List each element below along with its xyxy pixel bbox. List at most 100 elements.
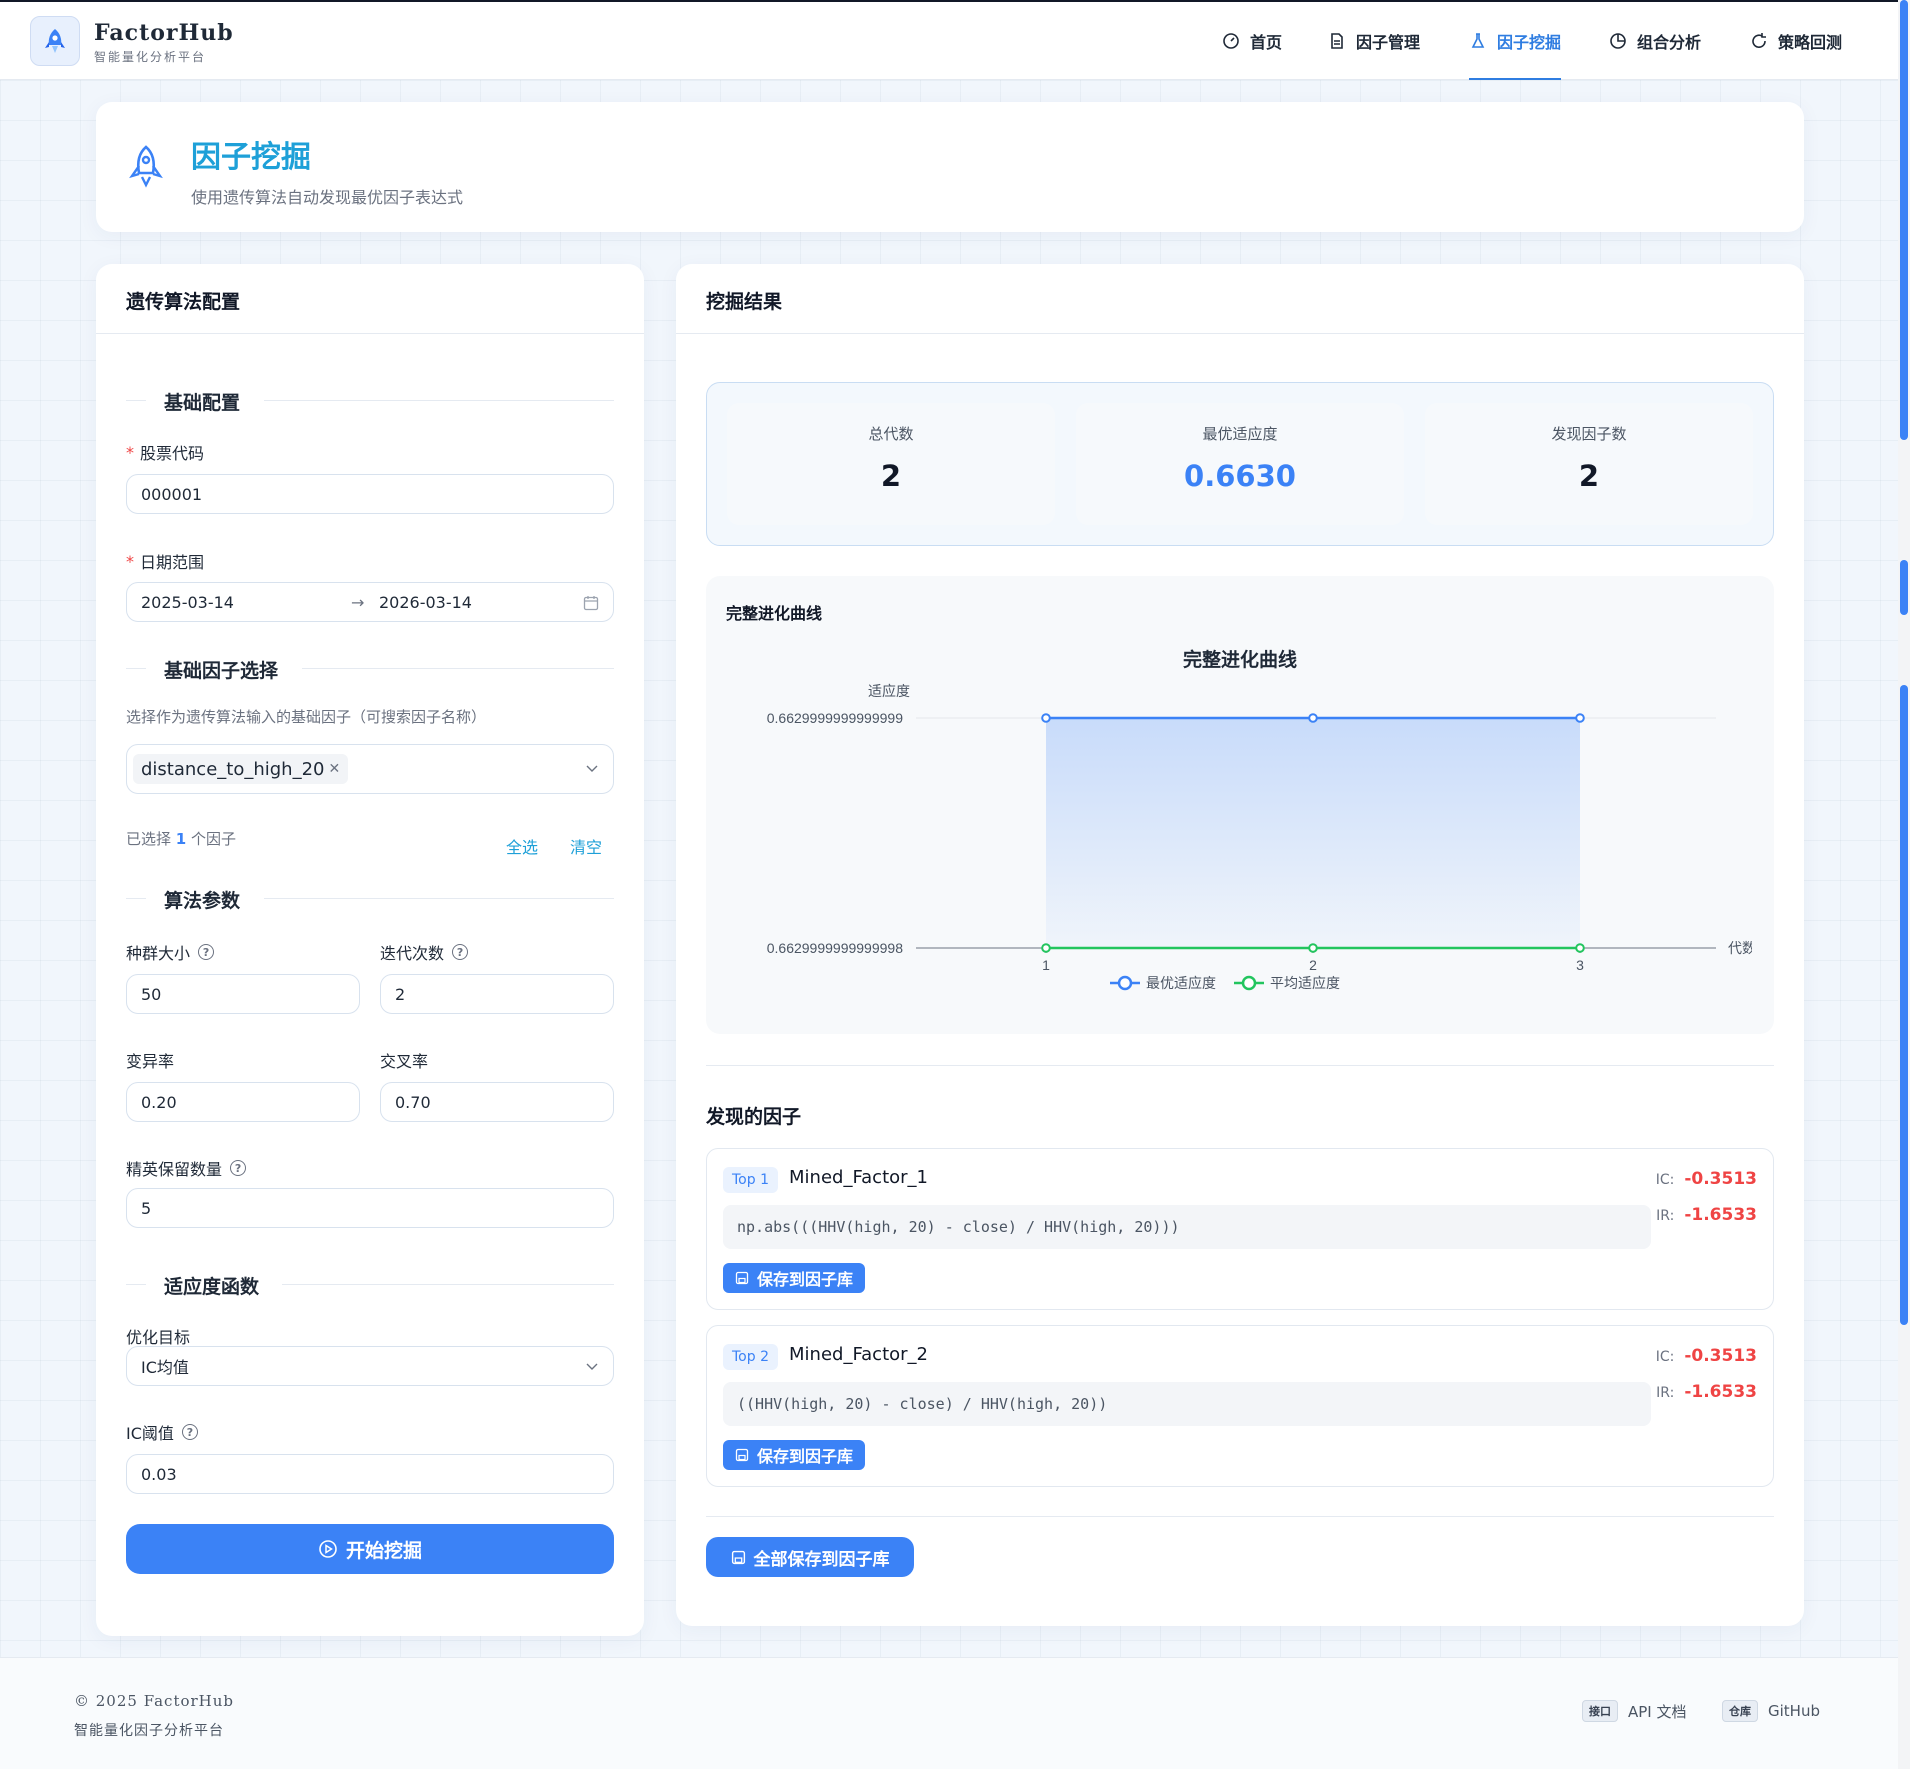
- ic-metric: IC: -0.3513: [1655, 1346, 1757, 1366]
- legend-label: 最优适应度: [1146, 975, 1216, 991]
- page-header-card: 因子挖掘 使用遗传算法自动发现最优因子表达式: [96, 102, 1804, 232]
- refresh-icon: [1752, 33, 1766, 48]
- avg-fitness-point: [1041, 943, 1051, 953]
- fitness-title: 适应度函数: [164, 1276, 260, 1298]
- save-all-button[interactable]: 全部保存到因子库: [706, 1537, 914, 1577]
- github-link[interactable]: 仓库 GitHub: [1722, 1700, 1820, 1722]
- stat-best-fitness: 最优适应度 0.6630: [1076, 403, 1404, 525]
- document-icon: [1331, 33, 1343, 49]
- clear-link[interactable]: 清空: [570, 834, 602, 858]
- logo[interactable]: [30, 16, 80, 66]
- scroll-thumb[interactable]: [1900, 0, 1908, 440]
- flask-icon: [1471, 33, 1485, 48]
- legend-label: 平均适应度: [1270, 975, 1340, 991]
- factor-multiselect[interactable]: distance_to_high_20 ✕: [126, 744, 614, 794]
- best-fitness-area: [1046, 718, 1580, 948]
- y-tick-label: 0.6629999999999999: [767, 710, 903, 726]
- factor-select-title: 基础因子选择: [164, 660, 279, 682]
- ir-metric: IR: -1.6533: [1656, 1205, 1757, 1225]
- y-axis-label: 适应度: [868, 683, 910, 699]
- algo-params-divider: 算法参数: [126, 886, 614, 912]
- date-end[interactable]: 2026-03-14: [379, 593, 472, 612]
- page-scrollbar[interactable]: [1898, 0, 1910, 1769]
- stat-factors-found: 发现因子数 2: [1425, 403, 1753, 525]
- iterations-label: 迭代次数?: [380, 940, 469, 964]
- x-tick-label: 2: [1309, 957, 1317, 973]
- nav-home[interactable]: 首页: [1222, 2, 1282, 80]
- selected-factor-tag: distance_to_high_20 ✕: [133, 754, 349, 784]
- rank-badge: Top 1: [723, 1167, 778, 1193]
- help-icon[interactable]: ?: [452, 944, 469, 960]
- select-all-link[interactable]: 全选: [506, 834, 538, 858]
- ga-config-panel: 遗传算法配置 基础配置 * 股票代码 000001 * 日期范围 2025-03-1…: [96, 264, 644, 1636]
- avg-fitness-point: [1308, 943, 1318, 953]
- basic-config-divider: 基础配置: [126, 388, 614, 414]
- date-range-picker[interactable]: 2025-03-14 → 2026-03-14: [126, 582, 614, 622]
- date-separator: →: [351, 592, 365, 612]
- rank-badge: Top 2: [723, 1344, 778, 1370]
- help-icon[interactable]: ?: [181, 1424, 198, 1440]
- start-mining-button[interactable]: 开始挖掘: [126, 1524, 614, 1574]
- nav-home-label: 首页: [1250, 33, 1283, 52]
- remove-tag-icon[interactable]: ✕: [329, 761, 341, 777]
- mutation-input[interactable]: 0.20: [126, 1082, 360, 1122]
- rocket-logo-icon: [45, 29, 65, 53]
- evolution-chart-card: 完整进化曲线 完整进化曲线 适应度 0.6629999999999999 0.66…: [706, 576, 1774, 1034]
- nav-factor-management-label: 因子管理: [1356, 33, 1421, 52]
- nav-factor-management[interactable]: 因子管理: [1328, 2, 1420, 80]
- ic-threshold-label: IC阈值?: [126, 1420, 198, 1444]
- population-input[interactable]: 50: [126, 974, 360, 1014]
- pie-chart-icon: [1610, 33, 1626, 49]
- elite-input[interactable]: 5: [126, 1188, 614, 1228]
- mining-results-panel: 挖掘结果 总代数 2 最优适应度 0.6630 发现因子数 2 完整进化曲线 完…: [676, 264, 1804, 1626]
- nav-strategy-backtest[interactable]: 策略回测: [1750, 2, 1842, 80]
- save-to-library-button[interactable]: 保存到因子库: [723, 1440, 866, 1470]
- basic-config-title: 基础配置: [164, 392, 241, 414]
- x-axis-label: 代数: [1728, 940, 1756, 956]
- calendar-icon[interactable]: [583, 595, 599, 611]
- brand-name: FactorHub: [94, 20, 234, 46]
- section-divider: [706, 1065, 1774, 1066]
- stock-code-label: * 股票代码: [126, 442, 205, 464]
- evolution-chart-card-title: 完整进化曲线: [726, 604, 823, 623]
- factor-name: Mined_Factor_1: [789, 1167, 928, 1188]
- api-docs-link[interactable]: 接口 API 文档: [1582, 1700, 1687, 1722]
- help-icon[interactable]: ?: [230, 1160, 247, 1176]
- discovered-factors-title: 发现的因子: [706, 1106, 802, 1128]
- scroll-thumb[interactable]: [1900, 685, 1908, 1325]
- iterations-input[interactable]: 2: [380, 974, 614, 1014]
- ic-metric: IC: -0.3513: [1655, 1169, 1757, 1189]
- dashboard-icon: [1223, 33, 1239, 49]
- brand-subtitle: 智能量化分析平台: [94, 50, 207, 64]
- y-tick-label: 0.6629999999999998: [767, 940, 903, 956]
- nav-factor-mining[interactable]: 因子挖掘: [1469, 2, 1562, 80]
- scroll-thumb[interactable]: [1900, 560, 1908, 615]
- factor-select-hint: 选择作为遗传算法输入的基础因子（可搜索因子名称）: [126, 708, 487, 726]
- avg-fitness-point: [1575, 943, 1585, 953]
- nav-portfolio-analysis-label: 组合分析: [1637, 33, 1702, 52]
- factor-select-divider: 基础因子选择: [126, 656, 614, 682]
- help-icon[interactable]: ?: [198, 944, 215, 960]
- nav-portfolio-analysis[interactable]: 组合分析: [1609, 2, 1701, 80]
- copyright-text: © 2025 FactorHub: [74, 1692, 235, 1710]
- objective-select[interactable]: IC均值: [126, 1346, 614, 1386]
- best-fitness-point: [1575, 713, 1585, 723]
- save-icon: [735, 1448, 749, 1462]
- x-tick-label: 3: [1576, 957, 1584, 973]
- results-panel-title: 挖掘结果: [706, 291, 783, 313]
- save-to-library-button[interactable]: 保存到因子库: [723, 1263, 866, 1293]
- factor-card-2: Top 2 Mined_Factor_2 ((HHV(high, 20) - c…: [706, 1325, 1774, 1487]
- factor-expression: np.abs(((HHV(high, 20) - close) / HHV(hi…: [723, 1205, 1651, 1249]
- page-title: 因子挖掘: [191, 140, 311, 175]
- footer: © 2025 FactorHub 智能量化因子分析平台 接口 API 文档 仓库…: [0, 1657, 1898, 1769]
- save-icon: [731, 1550, 745, 1564]
- save-icon: [735, 1271, 749, 1285]
- fitness-divider: 适应度函数: [126, 1272, 614, 1298]
- stats-summary: 总代数 2 最优适应度 0.6630 发现因子数 2: [706, 382, 1774, 546]
- date-start[interactable]: 2025-03-14: [141, 593, 234, 612]
- ic-threshold-input[interactable]: 0.03: [126, 1454, 614, 1494]
- stock-code-input[interactable]: 000001: [126, 474, 614, 514]
- crossover-input[interactable]: 0.70: [380, 1082, 614, 1122]
- mutation-label: 变异率: [126, 1052, 175, 1071]
- crossover-label: 交叉率: [380, 1052, 429, 1071]
